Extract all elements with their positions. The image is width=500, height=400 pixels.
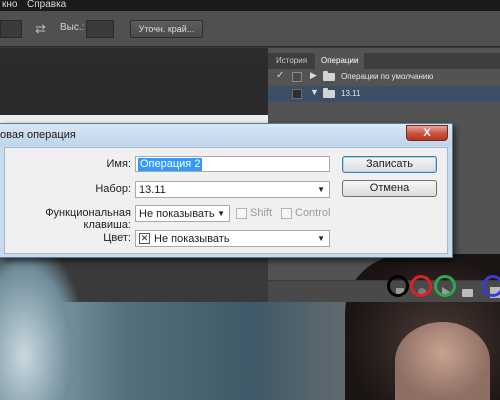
- document-tab-strip: [0, 48, 268, 58]
- swap-icon[interactable]: ⇄: [35, 21, 46, 37]
- color-select[interactable]: ✕ Не показывать ▼: [135, 230, 330, 247]
- refine-edge-button[interactable]: Уточн. край...: [130, 20, 203, 38]
- tab-actions[interactable]: Операции: [315, 53, 365, 69]
- dialog-toggle-box[interactable]: [292, 72, 302, 82]
- set-select[interactable]: 13.11 ▼: [135, 181, 330, 198]
- height-label: Выс.:: [60, 22, 85, 33]
- dialog-toggle-box[interactable]: [292, 89, 302, 99]
- menu-item-help[interactable]: Справка: [27, 0, 66, 10]
- name-label: Имя:: [106, 158, 131, 170]
- dialog-body: Имя: Операция 2 Набор: 13.11 ▼ Функциона…: [4, 147, 448, 254]
- expand-triangle-icon[interactable]: ▶: [310, 70, 317, 81]
- cancel-button[interactable]: Отмена: [342, 180, 437, 197]
- set-select-value: 13.11: [139, 184, 166, 196]
- control-checkbox[interactable]: [281, 208, 292, 219]
- panel-tabs: История Операции: [268, 53, 500, 69]
- collapse-triangle-icon[interactable]: ▼: [310, 87, 319, 97]
- close-button[interactable]: X: [406, 125, 448, 141]
- shift-label: Shift: [250, 207, 273, 219]
- checkmark-icon[interactable]: ✓: [276, 70, 284, 81]
- document-image: [0, 252, 500, 400]
- highlight-circle-new-action: [482, 275, 500, 297]
- name-input[interactable]: Операция 2: [135, 156, 330, 172]
- color-select-value: Не показывать: [154, 233, 230, 245]
- dialog-title: овая операция: [0, 129, 76, 141]
- action-set-label: 13.11: [341, 89, 361, 98]
- height-field[interactable]: [86, 20, 114, 38]
- glass-highlight: [0, 252, 80, 400]
- highlight-circle-stop: [387, 275, 409, 297]
- menu-bar: кно Справка: [0, 0, 500, 11]
- action-set-label: Операции по умолчанию: [341, 72, 434, 81]
- action-set-row[interactable]: ✓ ▶ Операции по умолчанию: [268, 69, 500, 85]
- chevron-down-icon: ▼: [217, 209, 225, 218]
- menu-item-window[interactable]: кно: [2, 0, 17, 10]
- dialog-titlebar[interactable]: овая операция X: [0, 124, 452, 146]
- options-bar: ⇄ Выс.: Уточн. край...: [0, 11, 500, 47]
- folder-icon: [323, 88, 335, 98]
- width-field[interactable]: [0, 20, 22, 38]
- record-action-button[interactable]: Записать: [342, 156, 437, 173]
- new-action-dialog: овая операция X Имя: Операция 2 Набор: 1…: [0, 123, 453, 258]
- document-edge: [0, 115, 268, 123]
- name-input-value: Операция 2: [138, 158, 203, 171]
- chevron-down-icon: ▼: [317, 234, 325, 243]
- chevron-down-icon: ▼: [317, 185, 325, 194]
- highlight-circle-play: [434, 275, 456, 297]
- person-face: [395, 322, 490, 400]
- no-color-icon: ✕: [139, 233, 150, 244]
- shift-checkbox[interactable]: [236, 208, 247, 219]
- function-key-select[interactable]: Не показывать ▼: [135, 205, 230, 222]
- folder-icon: [462, 289, 473, 297]
- folder-icon: [323, 71, 335, 81]
- color-label: Цвет:: [103, 232, 131, 244]
- new-set-button[interactable]: [460, 284, 476, 300]
- highlight-circle-record: [410, 275, 432, 297]
- control-label: Control: [295, 207, 331, 219]
- panel-bottom-bar: [268, 280, 500, 302]
- action-set-row-selected[interactable]: ▼ 13.11: [268, 86, 500, 102]
- set-label: Набор:: [95, 183, 131, 195]
- function-key-value: Не показывать: [139, 208, 215, 220]
- tab-history[interactable]: История: [270, 53, 313, 69]
- function-key-label: Функциональная клавиша:: [45, 207, 131, 231]
